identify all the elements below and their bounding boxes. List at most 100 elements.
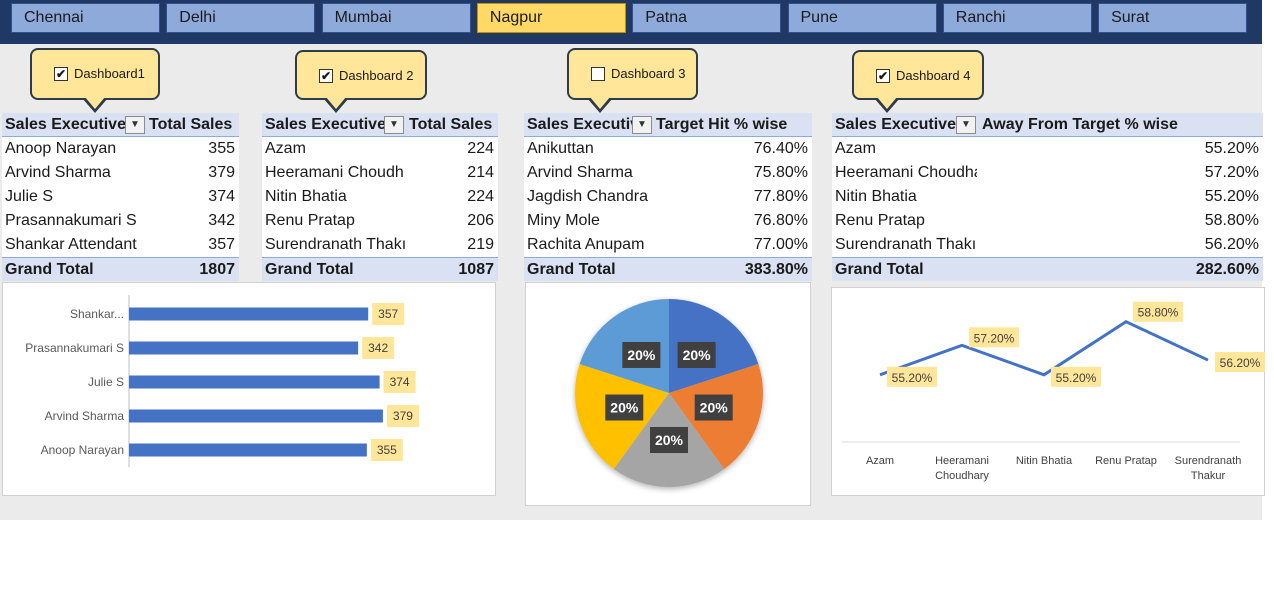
bar[interactable] (129, 307, 369, 321)
table-row[interactable]: Heeramani Choudh 214 (262, 161, 498, 185)
pivot-table-1: Sales Executive ▼ Total Sales Anoop Narayan… (2, 113, 239, 281)
pivot-col1-header: Sales Executive (265, 116, 386, 133)
bar-data-label: 374 (390, 375, 410, 389)
dashboard-2-checkbox[interactable]: ✔ (319, 69, 333, 83)
bar-data-label: 379 (393, 409, 413, 423)
line-category-label: Azam (866, 455, 894, 467)
table-row[interactable]: Anoop Narayan 355 (2, 137, 239, 161)
dashboard-4-checkbox[interactable]: ✔ (876, 69, 890, 83)
row-value: 342 (208, 212, 235, 229)
row-label: Renu Pratap (835, 212, 925, 229)
table-row[interactable]: Julie S 374 (2, 185, 239, 209)
pie-data-label: 20% (655, 432, 684, 448)
line-data-label: 55.20% (892, 371, 933, 385)
line-category-label: Choudhary (935, 470, 989, 482)
row-label: Nitin Bhatia (265, 188, 347, 205)
bar[interactable] (129, 443, 367, 457)
table-row[interactable]: Heeramani Choudha 57.20% (832, 161, 1263, 185)
callout-dashboard-4: ✔ Dashboard 4 (852, 50, 984, 100)
row-value: 379 (208, 164, 235, 181)
filter-dropdown-icon[interactable]: ▼ (956, 116, 976, 134)
pivot-col2-header: Total Sales (409, 116, 493, 133)
dashboard-2-label: Dashboard 2 (339, 68, 414, 83)
slicer-item-delhi[interactable]: Delhi (166, 3, 316, 33)
row-value: 224 (467, 188, 494, 205)
row-label: Renu Pratap (265, 212, 355, 229)
row-value: 77.00% (753, 236, 808, 253)
city-slicer: Chennai Delhi Mumbai Nagpur Patna Pune Ranchi S… (0, 0, 1262, 44)
slicer-item-chennai[interactable]: Chennai (11, 3, 160, 33)
table-row[interactable]: Renu Pratap 58.80% (832, 209, 1263, 233)
row-value: 57.20% (1204, 164, 1259, 181)
pie-data-label: 20% (700, 400, 729, 416)
table-row[interactable]: Rachita Anupam 77.00% (524, 233, 812, 257)
grand-total-label: Grand Total (835, 261, 924, 278)
dashboard-1-label: Dashboard1 (74, 66, 145, 81)
callout-dashboard-2: ✔ Dashboard 2 (295, 50, 427, 100)
row-label: Nitin Bhatia (835, 188, 917, 205)
row-value: 77.80% (753, 188, 808, 205)
line-category-label: Surendranath (1175, 455, 1242, 467)
row-value: 55.20% (1204, 188, 1259, 205)
pivot-col2-header: Away From Target % wise (982, 116, 1178, 133)
bar-data-label: 357 (378, 307, 398, 321)
line-data-label: 57.20% (974, 331, 1015, 345)
pivot-col1-header: Sales Executive (835, 116, 956, 133)
dashboard-4-label: Dashboard 4 (896, 68, 971, 83)
slicer-item-ranchi[interactable]: Ranchi (942, 3, 1092, 33)
grand-total-label: Grand Total (265, 261, 354, 278)
bar-data-label: 342 (368, 341, 388, 355)
table-row[interactable]: Arvind Sharma 379 (2, 161, 239, 185)
row-label: Azam (265, 140, 306, 157)
bar-category-label: Shankar... (70, 307, 124, 321)
pie-data-label: 20% (610, 400, 639, 416)
slicer-item-pune[interactable]: Pune (787, 3, 937, 33)
table-row[interactable]: Shankar Attendant 357 (2, 233, 239, 257)
table-row[interactable]: Prasannakumari S 342 (2, 209, 239, 233)
pivot-col1-header: Sales Executiv (527, 116, 640, 133)
line-chart-panel[interactable]: 55.20% Azam 57.20% Heeramani Choudhary 55.20%… (831, 287, 1265, 496)
pie-chart-panel[interactable]: 20% 20% 20% 20% 20% (525, 282, 811, 506)
row-label: Surendranath Thakı (265, 236, 405, 253)
row-label: Surendranath Thakı (835, 236, 977, 253)
row-value: 56.20% (1204, 236, 1259, 253)
bar-category-label: Julie S (88, 375, 124, 389)
table-row[interactable]: Azam 55.20% (832, 137, 1263, 161)
bar-category-label: Arvind Sharma (45, 409, 125, 423)
bar[interactable] (129, 409, 383, 423)
slicer-item-mumbai[interactable]: Mumbai (321, 3, 471, 33)
row-value: 58.80% (1204, 212, 1259, 229)
pivot-header: Sales Executive ▼ Total Sales (2, 113, 239, 137)
table-row[interactable]: Jagdish Chandra 77.80% (524, 185, 812, 209)
filter-dropdown-icon[interactable]: ▼ (125, 116, 145, 134)
table-row[interactable]: Miny Mole 76.80% (524, 209, 812, 233)
table-row[interactable]: Arvind Sharma 75.80% (524, 161, 812, 185)
table-row[interactable]: Azam 224 (262, 137, 498, 161)
dashboard-3-checkbox[interactable] (591, 67, 605, 81)
grand-total-row: Grand Total 282.60% (832, 257, 1263, 281)
slicer-item-surat[interactable]: Surat (1098, 3, 1248, 33)
table-row[interactable]: Surendranath Thakı 56.20% (832, 233, 1263, 257)
pivot-header: Sales Executive ▼ Total Sales (262, 113, 498, 137)
slicer-item-nagpur[interactable]: Nagpur (476, 3, 626, 33)
row-value: 357 (208, 236, 235, 253)
row-value: 76.80% (753, 212, 808, 229)
grand-total-value: 282.60% (1195, 261, 1259, 278)
table-row[interactable]: Nitin Bhatia 55.20% (832, 185, 1263, 209)
table-row[interactable]: Surendranath Thakı 219 (262, 233, 498, 257)
row-label: Rachita Anupam (527, 236, 645, 253)
slicer-item-patna[interactable]: Patna (632, 3, 782, 33)
row-label: Anikuttan (527, 140, 594, 157)
bar-chart-panel[interactable]: Anoop Narayan 355 Arvind Sharma 379 Julie S 3… (2, 282, 496, 496)
filter-dropdown-icon[interactable]: ▼ (384, 116, 404, 134)
dashboard-1-checkbox[interactable]: ✔ (54, 67, 68, 81)
table-row[interactable]: Nitin Bhatia 224 (262, 185, 498, 209)
table-row[interactable]: Renu Pratap 206 (262, 209, 498, 233)
bar[interactable] (129, 375, 380, 389)
grand-total-label: Grand Total (5, 261, 94, 278)
line-category-label: Heeramani (935, 455, 989, 467)
table-row[interactable]: Anikuttan 76.40% (524, 137, 812, 161)
bar[interactable] (129, 341, 359, 355)
row-label: Julie S (5, 188, 54, 205)
filter-dropdown-icon[interactable]: ▼ (632, 116, 652, 134)
